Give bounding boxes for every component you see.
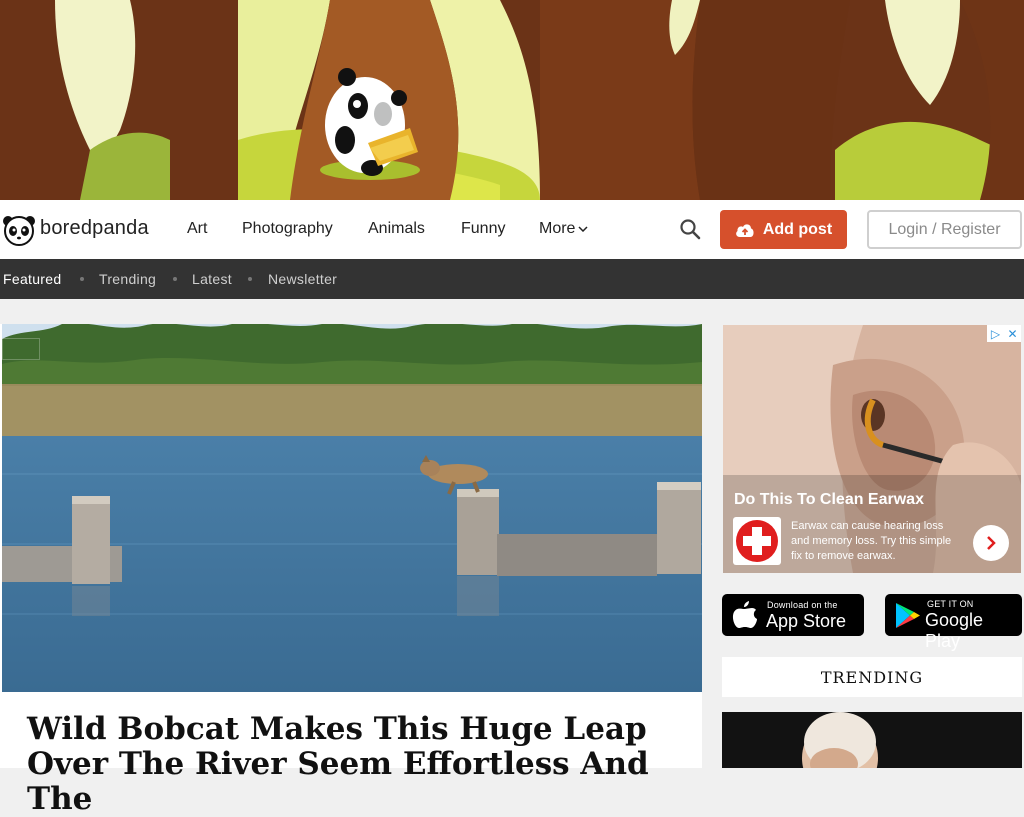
subnav-separator — [248, 277, 252, 281]
subnav-featured[interactable]: Featured — [3, 271, 61, 287]
add-post-button[interactable]: Add post — [720, 210, 847, 249]
cloud-upload-icon — [735, 223, 754, 237]
trending-header: TRENDING — [722, 657, 1022, 697]
ad-choices[interactable]: ▷ ✕ — [987, 325, 1021, 342]
google-play-big-text: Google Play — [925, 610, 984, 651]
google-play-small-text: GET IT ON — [927, 599, 974, 609]
trending-card[interactable] — [722, 712, 1022, 768]
subnav-latest[interactable]: Latest — [192, 271, 232, 287]
app-store-small-text: Download on the — [767, 600, 838, 610]
ad-close-icon[interactable]: ✕ — [1004, 325, 1021, 342]
subnav-separator — [173, 277, 177, 281]
chevron-right-icon — [987, 536, 996, 550]
google-play-badge[interactable]: GET IT ON Google Play — [885, 594, 1022, 651]
login-register-label: Login / Register — [888, 220, 1001, 238]
nav-link-animals[interactable]: Animals — [368, 220, 425, 238]
apple-icon — [732, 601, 757, 628]
site-logo-text[interactable]: boredpanda — [40, 217, 149, 240]
subnav-newsletter[interactable]: Newsletter — [268, 271, 337, 287]
chevron-down-icon — [578, 226, 588, 232]
nav-link-funny[interactable]: Funny — [461, 220, 505, 238]
forest-illustration — [0, 0, 1024, 200]
trending-title: TRENDING — [820, 667, 924, 687]
sub-navigation: Featured Trending Latest Newsletter — [0, 259, 1024, 299]
nav-link-photography[interactable]: Photography — [242, 220, 333, 238]
featured-article: Wild Bobcat Makes This Huge Leap Over Th… — [0, 324, 702, 817]
panda-logo-icon[interactable] — [1, 209, 37, 249]
medical-cross-icon — [736, 520, 778, 562]
add-post-label: Add post — [762, 220, 833, 238]
photo-overlay-tag — [2, 338, 40, 360]
ad-advertiser-logo[interactable] — [733, 517, 781, 565]
ad-headline[interactable]: Do This To Clean Earwax — [734, 491, 924, 509]
article-title[interactable]: Wild Bobcat Makes This Huge Leap Over Th… — [27, 712, 687, 817]
ad-choices-icon[interactable]: ▷ — [987, 325, 1004, 342]
subnav-separator — [80, 277, 84, 281]
hero-banner — [0, 0, 1024, 200]
nav-more-dropdown[interactable]: More — [539, 220, 588, 238]
search-icon — [680, 219, 701, 240]
google-play-icon — [896, 603, 920, 628]
search-button[interactable] — [679, 218, 701, 240]
bobcat-river-photo — [2, 324, 702, 692]
ad-description[interactable]: Earwax can cause hearing loss and memory… — [791, 519, 961, 564]
login-register-button[interactable]: Login / Register — [867, 210, 1022, 249]
main-navigation: boredpanda Art Photography Animals Funny… — [0, 200, 1024, 259]
app-store-badge[interactable]: Download on the App Store — [722, 594, 864, 636]
ad-next-button[interactable] — [973, 525, 1009, 561]
subnav-trending[interactable]: Trending — [99, 271, 156, 287]
sidebar-ad[interactable]: ▷ ✕ Do This To Clean Earwax Earwax can c… — [723, 325, 1021, 573]
app-store-big-text: App Store — [766, 611, 847, 631]
nav-link-art[interactable]: Art — [187, 220, 207, 238]
trending-card-image — [722, 712, 1022, 768]
nav-more-label: More — [539, 220, 576, 237]
article-image[interactable] — [2, 324, 702, 692]
